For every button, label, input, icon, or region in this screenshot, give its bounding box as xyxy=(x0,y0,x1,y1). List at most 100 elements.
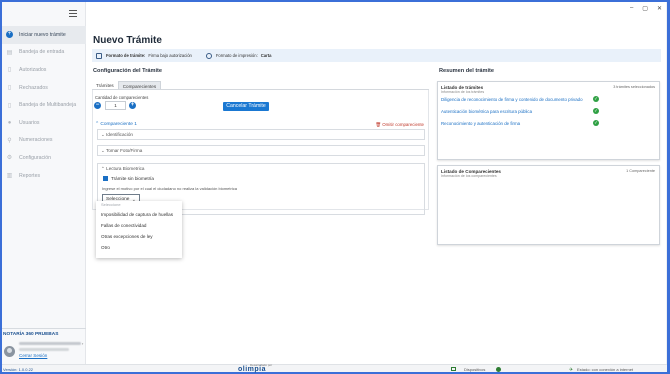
status-bar: Versión: 1.0.0.22 Desarrollado por olimp… xyxy=(2,363,667,373)
tramites-count: 3 trámites seleccionados xyxy=(613,85,655,89)
format-label: Formato de trámite: xyxy=(106,53,146,58)
brand-logo: olimpia xyxy=(238,366,267,373)
status-ok-icon xyxy=(496,366,501,372)
sidebar-item-reports[interactable]: ▥ Reportes xyxy=(2,167,86,185)
check-icon: ✓ xyxy=(593,120,599,126)
print-value: Carta xyxy=(260,53,272,58)
comparecientes-panel: Cantidad de comparecientes − 1 + Cancela… xyxy=(92,90,429,215)
sidebar-item-rejected[interactable]: ▯ Rechazados xyxy=(2,79,86,97)
tramite-item[interactable]: Reconocimiento y autenticación de firma xyxy=(441,121,520,126)
menu-icon[interactable] xyxy=(69,10,77,17)
info-bar: Formato de trámite: Firma bajo autorizac… xyxy=(92,49,661,62)
numbering-icon: ⚲ xyxy=(7,137,12,144)
increment-button[interactable]: + xyxy=(129,102,136,109)
accordion-label: Tomar Foto/Firma xyxy=(106,148,143,153)
compareciente-label: Compareciente 1 xyxy=(100,122,137,127)
sidebar-item-label: Reportes xyxy=(19,172,41,179)
user-icon: ● xyxy=(7,119,12,126)
quantity-stepper[interactable]: 1 xyxy=(105,101,126,110)
tramite-item[interactable]: Autenticación biométrica para escritura … xyxy=(441,109,532,114)
user-email-redacted xyxy=(19,348,69,351)
dropdown-option[interactable]: Fallas de conectividad xyxy=(96,220,182,231)
sidebar-nav: + Iniciar nuevo trámite ▤ Bandeja de ent… xyxy=(2,26,86,184)
sidebar-item-label: Numeraciones xyxy=(19,137,53,144)
main-content: Nuevo Trámite Formato de trámite: Firma … xyxy=(86,2,666,364)
dropdown-option[interactable]: Imposibilidad de captura de huellas xyxy=(96,209,182,220)
comparecientes-count: 1 Compareciente xyxy=(626,169,655,173)
sidebar-item-numbering[interactable]: ⚲ Numeraciones xyxy=(2,132,86,150)
devices-label[interactable]: Dispositivos xyxy=(464,367,485,372)
chart-icon: ▥ xyxy=(6,173,13,180)
format-value: Firma bajo autorización xyxy=(148,53,192,58)
check-icon: ✓ xyxy=(593,96,599,102)
maximize-icon[interactable]: ▢ xyxy=(642,5,648,12)
sidebar-item-label: Configuración xyxy=(19,154,52,161)
minimize-icon[interactable]: – xyxy=(630,5,633,12)
accordion-label: Identificación xyxy=(106,132,133,137)
page-title: Nuevo Trámite xyxy=(93,35,162,46)
document-x-icon: ▯ xyxy=(7,85,12,92)
print-label: Formato de impresión: xyxy=(215,53,258,58)
comparecientes-card: Listado de Comparecientes Información de… xyxy=(437,165,660,245)
dropdown-option[interactable]: Otro xyxy=(96,242,182,253)
accordion-identificacion[interactable]: ⌄ Identificación xyxy=(97,129,425,140)
version-label: Versión: 1.0.0.22 xyxy=(3,367,34,372)
accordion-foto-firma[interactable]: ⌄ Tomar Foto/Firma xyxy=(97,145,425,156)
cancel-procedure-button[interactable]: Cancelar Trámite xyxy=(223,102,269,111)
card-subtitle: Información de los comparecientes xyxy=(441,174,497,178)
wifi-icon: ✈ xyxy=(569,366,574,373)
sidebar-item-label: Rechazados xyxy=(19,84,48,91)
decrement-button[interactable]: − xyxy=(94,102,101,109)
config-title: Configuración del Trámite xyxy=(93,68,162,74)
notary-panel: NOTARÍA 360 PRUEBAS › Cerrar Sesión xyxy=(2,328,86,364)
no-biometric-checkbox[interactable] xyxy=(103,176,108,181)
sidebar-item-multitray[interactable]: ▯ Bandeja de Multibandeja xyxy=(2,96,86,114)
network-status: Estado: con conexión a internet xyxy=(577,367,634,372)
tab-comparecientes[interactable]: Comparecientes xyxy=(117,81,162,89)
user-name-redacted xyxy=(19,342,81,345)
dropdown-placeholder: Seleccione xyxy=(101,202,121,207)
summary-title: Resumen del trámite xyxy=(439,68,495,74)
sidebar-item-users[interactable]: ● Usuarios xyxy=(2,114,86,132)
plus-circle-icon: + xyxy=(6,31,13,39)
accordion-header[interactable]: ⌃ Lectura Biometrica xyxy=(101,166,144,172)
document-icon xyxy=(96,52,102,59)
window-controls: – ▢ ✕ xyxy=(630,5,662,12)
logout-link[interactable]: Cerrar Sesión xyxy=(19,353,47,358)
gear-icon: ⚙ xyxy=(6,155,13,162)
qty-label: Cantidad de comparecientes xyxy=(95,95,149,100)
device-icon xyxy=(451,367,456,371)
sidebar-item-label: Usuarios xyxy=(19,119,40,126)
tab-bar: Trámites Comparecientes xyxy=(92,81,429,90)
card-subtitle: Información de los trámites xyxy=(441,90,485,94)
sidebar-item-label: Iniciar nuevo trámite xyxy=(19,31,66,38)
printer-icon xyxy=(205,52,212,59)
sidebar-item-label: Bandeja de Multibandeja xyxy=(19,102,77,109)
reason-dropdown: Seleccione Imposibilidad de captura de h… xyxy=(96,201,182,258)
sidebar-item-inbox[interactable]: ▤ Bandeja de entrada xyxy=(2,44,86,62)
sidebar-item-settings[interactable]: ⚙ Configuración xyxy=(2,149,86,167)
tramite-item[interactable]: Diligencia de reconocimiento de firma y … xyxy=(441,97,583,102)
dropdown-option[interactable]: Otras excepciones de ley xyxy=(96,231,182,242)
sidebar: + Iniciar nuevo trámite ▤ Bandeja de ent… xyxy=(2,2,86,364)
close-icon[interactable]: ✕ xyxy=(657,5,662,12)
omit-compareciente-link[interactable]: 🗑 Omitir compareciente xyxy=(375,122,424,128)
tab-tramites[interactable]: Trámites xyxy=(92,81,118,89)
accordion-label: Lectura Biometrica xyxy=(106,166,145,171)
sidebar-item-authorized[interactable]: ▯ Autorizados xyxy=(2,61,86,79)
avatar xyxy=(4,346,15,357)
compareciente-header[interactable]: ⌃ Compareciente 1 xyxy=(95,122,137,127)
document-check-icon: ▯ xyxy=(7,67,12,74)
reason-label: Ingrese el motivo por el cual el ciudada… xyxy=(102,186,237,191)
inbox-icon: ▤ xyxy=(6,49,13,56)
tramites-card: Listado de trámites Información de los t… xyxy=(437,81,660,160)
chevron-right-icon[interactable]: › xyxy=(82,341,83,346)
sidebar-item-label: Autorizados xyxy=(19,66,47,73)
check-icon: ✓ xyxy=(593,108,599,114)
omit-label: Omitir compareciente xyxy=(382,122,424,127)
sidebar-item-label: Bandeja de entrada xyxy=(19,49,65,56)
document-stack-icon: ▯ xyxy=(7,102,12,109)
notary-name: NOTARÍA 360 PRUEBAS xyxy=(3,332,59,337)
no-biometric-label: Trámite sin biometría xyxy=(111,175,154,181)
sidebar-item-new-procedure[interactable]: + Iniciar nuevo trámite xyxy=(2,26,86,44)
